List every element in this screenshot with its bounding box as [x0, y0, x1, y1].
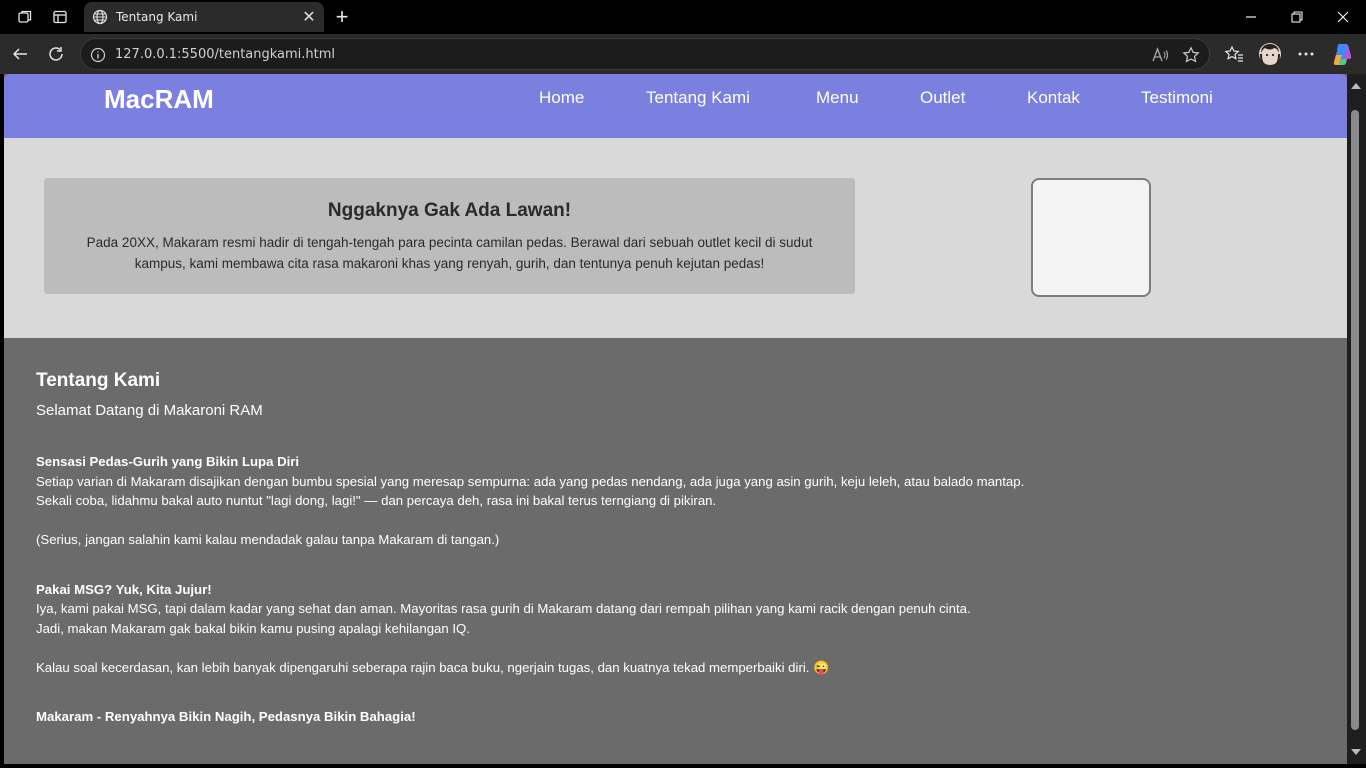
profile-avatar[interactable] [1258, 42, 1282, 66]
hero-section: Nggaknya Gak Ada Lawan! Pada 20XX, Makar… [4, 138, 1347, 338]
page-viewport: MacRAM Home Tentang Kami Menu Outlet Kon… [4, 74, 1347, 764]
nav-link-kontak[interactable]: Kontak [1027, 88, 1080, 108]
browser-toolbar: 127.0.0.1:5500/tentangkami.html [0, 34, 1366, 74]
address-bar[interactable]: 127.0.0.1:5500/tentangkami.html [80, 38, 1210, 70]
nav-link-menu[interactable]: Menu [816, 88, 859, 108]
close-window-icon[interactable] [1320, 0, 1366, 34]
section-note: Kalau soal kecerdasan, kan lebih banyak … [36, 659, 830, 675]
favorites-icon[interactable] [1222, 42, 1246, 66]
hero-image-placeholder [1031, 178, 1151, 297]
restore-icon[interactable] [1274, 0, 1320, 34]
nav-link-tentang-kami[interactable]: Tentang Kami [646, 88, 750, 108]
copilot-icon[interactable] [1331, 42, 1355, 66]
hero-title: Nggaknya Gak Ada Lawan! [327, 200, 572, 221]
refresh-icon[interactable] [44, 42, 68, 66]
section-note: (Serius, jangan salahin kami kalau menda… [36, 532, 500, 547]
about-content: Tentang Kami Selamat Datang di Makaroni … [36, 370, 1316, 727]
about-subheading: Selamat Datang di Makaroni RAM [36, 402, 263, 419]
site-logo[interactable]: MacRAM [104, 84, 214, 115]
url-text: 127.0.0.1:5500/tentangkami.html [115, 47, 336, 62]
about-heading: Tentang Kami [36, 370, 161, 391]
back-icon[interactable] [8, 42, 32, 66]
browser-tab-bar: Tentang Kami ✕ + [0, 0, 1366, 34]
browser-tab[interactable]: Tentang Kami ✕ [84, 2, 324, 32]
globe-icon [92, 9, 108, 25]
nav-link-home[interactable]: Home [539, 88, 584, 108]
hero-description: Pada 20XX, Makaram resmi hadir di tengah… [86, 235, 813, 271]
page-scrollbar[interactable] [1347, 74, 1366, 764]
site-navbar: MacRAM Home Tentang Kami Menu Outlet Kon… [4, 74, 1347, 138]
section-text-line: Iya, kami pakai MSG, tapi dalam kadar ya… [36, 601, 971, 616]
tab-title: Tentang Kami [116, 10, 198, 24]
scroll-up-icon[interactable] [1351, 82, 1361, 90]
tagline: Makaram - Renyahnya Bikin Nagih, Pedasny… [36, 709, 416, 724]
favorite-star-icon[interactable] [1182, 46, 1200, 64]
new-tab-button[interactable]: + [330, 4, 354, 30]
section-title-sensasi: Sensasi Pedas-Gurih yang Bikin Lupa Diri [36, 454, 300, 469]
hero-text-box: Nggaknya Gak Ada Lawan! Pada 20XX, Makar… [44, 178, 855, 294]
tab-actions-icon[interactable] [47, 5, 73, 29]
close-tab-icon[interactable]: ✕ [298, 7, 320, 27]
section-title-msg: Pakai MSG? Yuk, Kita Jujur! [36, 581, 212, 597]
site-info-icon[interactable] [89, 46, 107, 64]
scrollbar-thumb[interactable] [1351, 110, 1359, 730]
read-aloud-icon[interactable] [1151, 46, 1169, 64]
section-text-line: Sekali coba, lidahmu bakal auto nuntut "… [36, 493, 717, 508]
more-options-icon[interactable] [1294, 42, 1318, 66]
scroll-down-icon[interactable] [1351, 748, 1361, 756]
section-text-line: Setiap varian di Makaram disajikan denga… [36, 473, 1025, 489]
nav-link-testimoni[interactable]: Testimoni [1141, 88, 1213, 108]
minimize-icon[interactable] [1228, 0, 1274, 34]
workspaces-icon[interactable] [12, 5, 38, 29]
section-text-line: Jadi, makan Makaram gak bakal bikin kamu… [36, 620, 470, 636]
nav-link-outlet[interactable]: Outlet [920, 88, 965, 108]
